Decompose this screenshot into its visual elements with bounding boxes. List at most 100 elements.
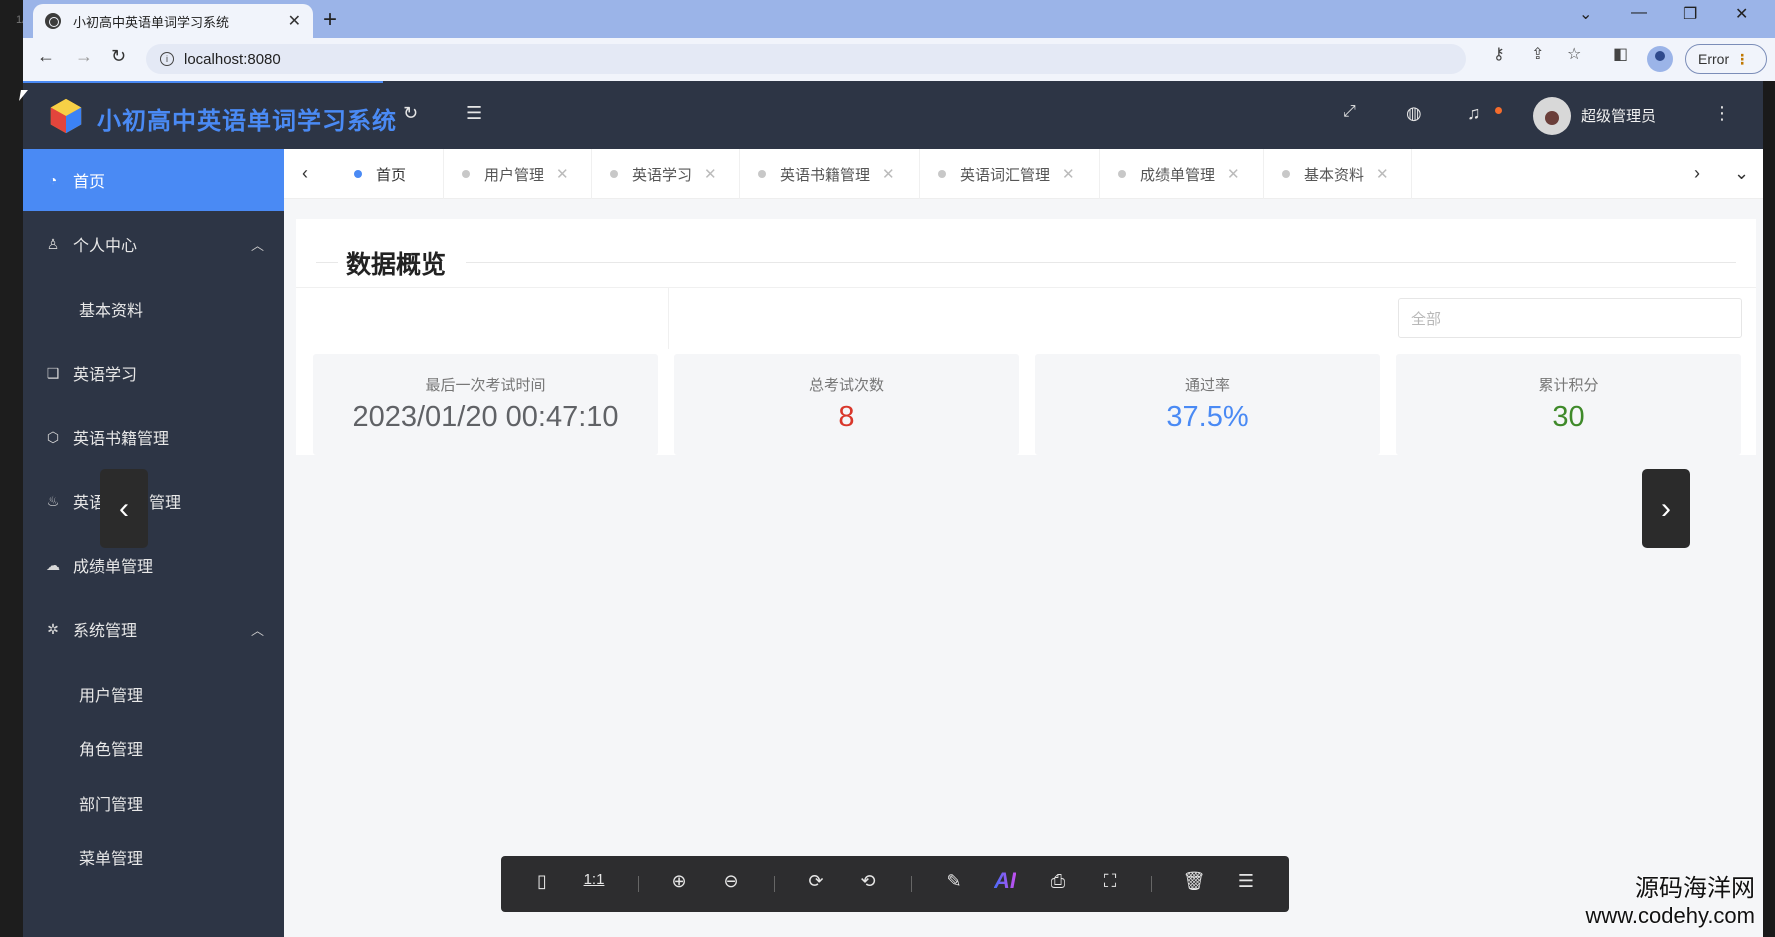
divider xyxy=(774,876,775,892)
chevron-left-icon: ‹ xyxy=(119,491,129,525)
stat-value: 37.5% xyxy=(1166,401,1249,433)
sidebar-item-label-right: 管理 xyxy=(149,495,182,512)
close-window-icon[interactable]: ✕ xyxy=(1735,4,1748,24)
side-panel-icon[interactable]: ◧ xyxy=(1613,44,1628,64)
previous-image-button[interactable]: ‹ xyxy=(100,469,148,548)
sidebar-item-label: 成绩单管理 xyxy=(73,559,154,576)
back-icon[interactable]: ← xyxy=(37,46,55,67)
sidebar-item-vocab-management[interactable]: ♨ 英语 管理 xyxy=(23,470,284,532)
tag-english-study[interactable]: 英语学习 ✕ xyxy=(592,149,740,199)
stat-label: 通过率 xyxy=(1184,377,1230,394)
menu-fold-icon[interactable]: ☰ xyxy=(466,103,482,124)
gear-icon: ✲ xyxy=(47,620,59,637)
divider xyxy=(1151,876,1152,892)
sidebar-item-dept-management[interactable]: 部门管理 xyxy=(23,777,284,829)
close-icon[interactable]: ✕ xyxy=(288,11,301,31)
close-icon[interactable]: ✕ xyxy=(704,165,717,183)
sidebar-item-system-management[interactable]: ✲ 系统管理 ︿ xyxy=(23,598,284,660)
sidebar-item-book-management[interactable]: ⬡ 英语书籍管理 xyxy=(23,406,284,468)
avatar[interactable] xyxy=(1533,97,1571,135)
refresh-icon[interactable]: ↻ xyxy=(403,103,418,124)
fire-icon: ♨ xyxy=(46,492,60,509)
tag-label: 英语词汇管理 xyxy=(960,166,1051,184)
sidebar-item-basic-info[interactable]: 基本资料 xyxy=(23,283,284,335)
rotate-left-icon[interactable]: ⟲ xyxy=(855,871,881,892)
bell-icon[interactable]: ♫ xyxy=(1467,103,1481,124)
error-button[interactable]: Error ⋮ xyxy=(1685,44,1767,74)
mouse-icon[interactable]: ▯ xyxy=(529,871,555,892)
omnibox[interactable]: i localhost:8080 xyxy=(146,44,1466,74)
close-icon[interactable]: ✕ xyxy=(1227,165,1240,183)
print-icon[interactable]: ⎙ xyxy=(1045,871,1071,892)
cube-icon: ⬡ xyxy=(46,428,60,445)
rotate-right-icon[interactable]: ⟳ xyxy=(803,871,829,892)
sidebar-item-home[interactable]: ◔ 首页 xyxy=(23,149,284,211)
close-icon[interactable]: ✕ xyxy=(556,165,569,183)
stat-value: 30 xyxy=(1552,401,1585,433)
tag-user-management[interactable]: 用户管理 ✕ xyxy=(444,149,592,199)
tag-label: 英语书籍管理 xyxy=(780,166,871,184)
more-icon[interactable]: ⋮ xyxy=(1713,103,1731,124)
close-icon[interactable]: ✕ xyxy=(1062,165,1075,183)
main-content: ‹ 首页 用户管理 ✕ 英语学习 ✕ 英语书籍管理 ✕ 英语词汇管理 ✕ 成绩单… xyxy=(284,149,1763,937)
edit-image-icon[interactable]: ✎ xyxy=(941,871,967,892)
forward-icon[interactable]: → xyxy=(75,46,93,67)
overview-panel: 数据概览 全部 最后一次考试时间 2023/01/20 00:47:10 总考试… xyxy=(296,219,1756,455)
tag-label: 基本资料 xyxy=(1304,166,1365,184)
zoom-out-icon[interactable]: ⊖ xyxy=(718,871,744,892)
zoom-in-icon[interactable]: ⊕ xyxy=(666,871,692,892)
ai-button[interactable]: AI xyxy=(994,868,1016,894)
divider xyxy=(638,876,639,892)
restore-icon[interactable]: ❐ xyxy=(1683,4,1697,24)
error-label: Error xyxy=(1698,51,1730,67)
sidebar-item-transcript-management[interactable]: ☁ 成绩单管理 xyxy=(23,534,284,596)
tag-transcript-management[interactable]: 成绩单管理 ✕ xyxy=(1100,149,1264,199)
sidebar-item-label: 系统管理 xyxy=(73,623,138,640)
tag-label: 用户管理 xyxy=(484,166,545,184)
sidebar: ◔ 首页 ♙ 个人中心 ︿ 基本资料 ❑ 英语学习 ⬡ 英语书籍管理 ♨ 英语 … xyxy=(23,149,284,937)
fullscreen-icon[interactable]: ⤢ xyxy=(1343,103,1356,121)
tag-book-management[interactable]: 英语书籍管理 ✕ xyxy=(740,149,920,199)
close-icon[interactable]: ✕ xyxy=(1376,165,1389,183)
tag-dot xyxy=(354,170,362,178)
trash-icon[interactable]: 🗑 xyxy=(1181,871,1207,892)
actual-size-button[interactable]: 1:1 xyxy=(581,871,607,888)
title-rule-right xyxy=(466,262,1736,263)
chevron-left-icon[interactable]: ‹ xyxy=(302,163,308,184)
stat-card-total-points: 累计积分 30 xyxy=(1396,354,1741,455)
sidebar-item-personal-center[interactable]: ♙ 个人中心 ︿ xyxy=(23,213,284,275)
chevron-up-icon: ︿ xyxy=(250,237,264,253)
tag-basic-info[interactable]: 基本资料 ✕ xyxy=(1264,149,1412,199)
user-name[interactable]: 超级管理员 xyxy=(1581,105,1656,126)
range-select-placeholder: 全部 xyxy=(1411,310,1442,328)
plus-icon[interactable]: + xyxy=(323,6,337,34)
reload-icon[interactable]: ↻ xyxy=(111,46,126,67)
sidebar-item-menu-management[interactable]: 菜单管理 xyxy=(23,831,284,883)
tag-home[interactable]: 首页 xyxy=(336,149,444,199)
next-image-button[interactable]: › xyxy=(1642,469,1690,548)
sidebar-item-user-management[interactable]: 用户管理 xyxy=(23,668,284,720)
sidebar-item-english-study[interactable]: ❑ 英语学习 xyxy=(23,342,284,404)
share-icon[interactable]: ⇪ xyxy=(1531,44,1544,64)
range-select[interactable]: 全部 xyxy=(1398,298,1742,338)
sidebar-item-role-management[interactable]: 角色管理 xyxy=(23,722,284,774)
globe-icon xyxy=(45,13,61,29)
fullscreen-icon[interactable]: ⛶ xyxy=(1097,871,1123,892)
menu-icon[interactable]: ☰ xyxy=(1233,871,1259,892)
close-icon[interactable]: ✕ xyxy=(882,165,895,183)
profile-icon[interactable] xyxy=(1647,46,1673,72)
star-icon[interactable]: ☆ xyxy=(1567,44,1581,64)
key-icon[interactable]: ⚷ xyxy=(1493,44,1505,64)
minimize-icon[interactable]: — xyxy=(1631,4,1647,22)
language-icon[interactable]: ◍ xyxy=(1406,103,1422,124)
sidebar-item-label: 首页 xyxy=(73,174,106,191)
kebab-icon: ⋮ xyxy=(1735,50,1750,67)
info-icon[interactable]: i xyxy=(160,52,174,66)
browser-tab[interactable]: 小初高中英语单词学习系统 ✕ xyxy=(33,4,313,38)
sidebar-item-label: 部门管理 xyxy=(79,797,144,814)
tag-vocab-management[interactable]: 英语词汇管理 ✕ xyxy=(920,149,1100,199)
chevron-down-icon[interactable]: ⌄ xyxy=(1579,4,1592,24)
watermark: 源码海洋网 www.codehy.com xyxy=(1585,868,1755,929)
chevron-down-icon[interactable]: ⌄ xyxy=(1734,163,1749,184)
chevron-right-icon[interactable]: › xyxy=(1694,163,1700,184)
